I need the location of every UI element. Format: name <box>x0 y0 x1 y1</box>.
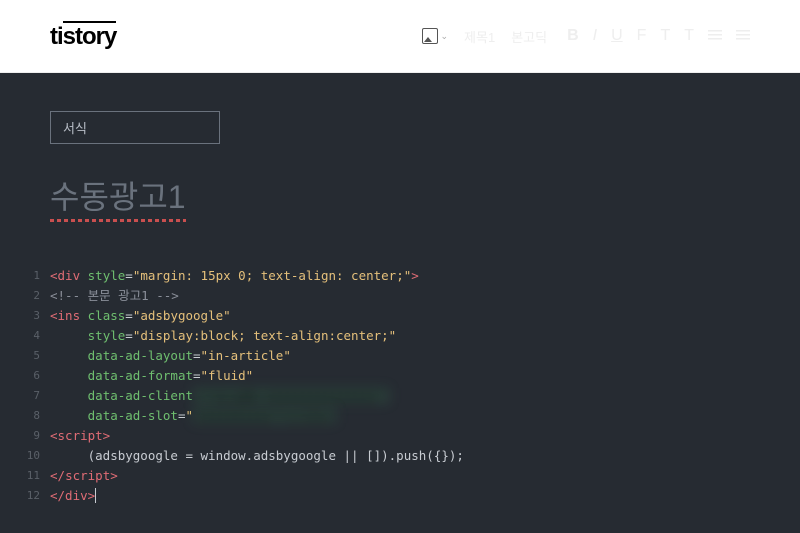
toolbar-right: B I U F T T <box>567 27 750 45</box>
code-line[interactable]: 1<div style="margin: 15px 0; text-align:… <box>24 266 750 286</box>
code-line[interactable]: 8 data-ad-slot="xxxxxxxxxx"></ins> <box>24 406 750 426</box>
align-icon[interactable] <box>708 30 722 42</box>
editor: 서식 수동광고1 1<div style="margin: 15px 0; te… <box>0 73 800 533</box>
toolbar-center: ⌄ 제목1 본고딕 <box>422 27 547 46</box>
code-line[interactable]: 3<ins class="adsbygoogle" <box>24 306 750 326</box>
line-number: 4 <box>24 326 50 346</box>
code-line[interactable]: 10 (adsbygoogle = window.adsbygoogle || … <box>24 446 750 466</box>
line-number: 3 <box>24 306 50 326</box>
code-line[interactable]: 12</div> <box>24 486 750 506</box>
bold-button[interactable]: B <box>567 27 579 45</box>
code-area[interactable]: 1<div style="margin: 15px 0; text-align:… <box>24 266 750 506</box>
format-button-3[interactable]: T <box>684 27 694 45</box>
line-number: 7 <box>24 386 50 406</box>
line-number: 12 <box>24 486 50 506</box>
code-line[interactable]: 6 data-ad-format="fluid" <box>24 366 750 386</box>
line-number: 6 <box>24 366 50 386</box>
font-select[interactable]: 본고딕 <box>511 27 547 46</box>
line-number: 9 <box>24 426 50 446</box>
line-number: 1 <box>24 266 50 286</box>
text-cursor <box>95 488 96 503</box>
line-number: 11 <box>24 466 50 486</box>
format-box[interactable]: 서식 <box>50 111 220 144</box>
code-line[interactable]: 11</script> <box>24 466 750 486</box>
format-button-1[interactable]: F <box>637 27 647 45</box>
image-icon[interactable]: ⌄ <box>422 28 448 44</box>
header: tistory ⌄ 제목1 본고딕 B I U F T T <box>0 0 800 73</box>
logo[interactable]: tistory <box>50 21 116 51</box>
code-line[interactable]: 9<script> <box>24 426 750 446</box>
code-line[interactable]: 2<!-- 본문 광고1 --> <box>24 286 750 306</box>
underline-button[interactable]: U <box>611 27 623 45</box>
code-line[interactable]: 7 data-ad-client="ca-pub-xxxxxxxxxxxxxxx… <box>24 386 750 406</box>
code-line[interactable]: 4 style="display:block; text-align:cente… <box>24 326 750 346</box>
line-number: 5 <box>24 346 50 366</box>
list-icon[interactable] <box>736 30 750 42</box>
page-title[interactable]: 수동광고1 <box>50 172 186 218</box>
code-line[interactable]: 5 data-ad-layout="in-article" <box>24 346 750 366</box>
line-number: 2 <box>24 286 50 306</box>
line-number: 8 <box>24 406 50 426</box>
italic-button[interactable]: I <box>593 27 597 45</box>
format-button-2[interactable]: T <box>660 27 670 45</box>
heading-select[interactable]: 제목1 <box>464 27 495 46</box>
line-number: 10 <box>24 446 50 466</box>
